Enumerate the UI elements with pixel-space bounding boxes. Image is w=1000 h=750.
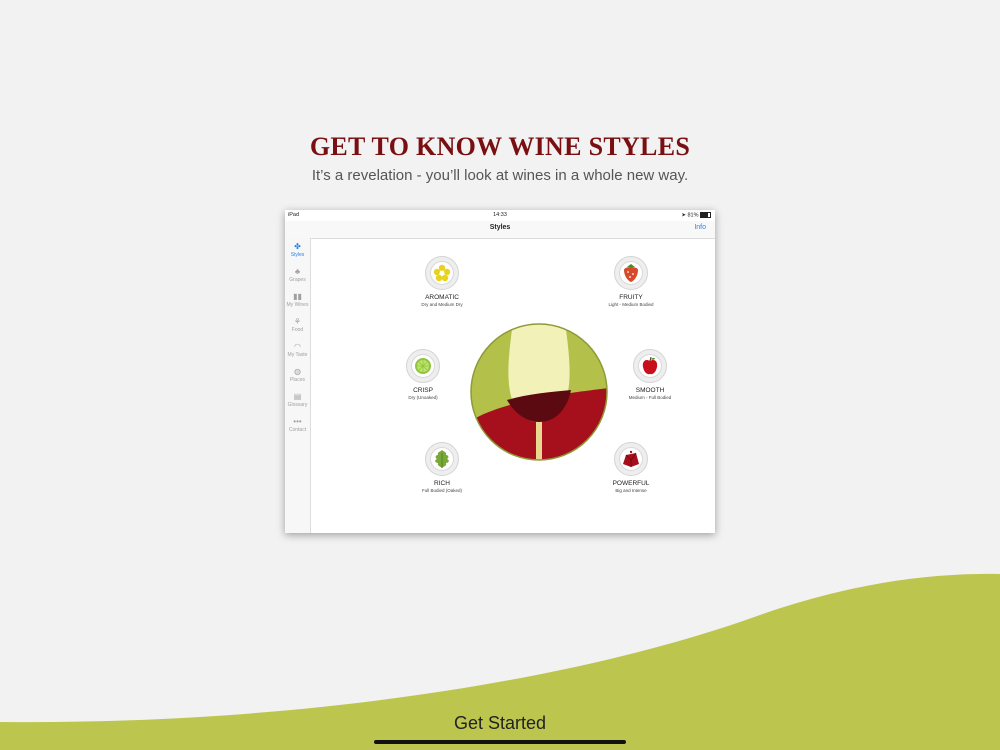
- style-name: AROMATIC: [425, 294, 459, 301]
- sidebar-item-my-taste[interactable]: ◠ My Taste: [285, 342, 310, 358]
- page-title: GET TO KNOW WINE STYLES: [309, 132, 691, 161]
- style-aromatic[interactable]: AROMATIC Dry and Medium Dry: [397, 256, 487, 307]
- styles-icon: ✤: [294, 242, 301, 251]
- style-name: FRUITY: [619, 294, 643, 301]
- grapes-icon: ♣: [294, 267, 301, 276]
- sidebar-item-label: Places: [289, 377, 305, 383]
- nav-bar: Styles Info: [285, 221, 715, 239]
- sidebar-item-label: Grapes: [289, 277, 306, 283]
- page-subtitle: It’s a revelation - you’ll look at wines…: [311, 167, 689, 184]
- style-name: RICH: [434, 480, 450, 487]
- sidebar: ✤ Styles ♣ Grapes ▮▮ My Wines ⚘ Food ◠ My Taste ◍ P…: [285, 238, 311, 533]
- sidebar-item-contact[interactable]: ••• Contact: [285, 417, 310, 433]
- battery-icon: [700, 212, 711, 218]
- sidebar-item-label: My Taste: [287, 352, 308, 358]
- gem-icon: [623, 450, 639, 467]
- sidebar-item-label: Glossary: [287, 402, 308, 408]
- app-screenshot: iPad 14:33 ➤ 81% Styles Info ✤ Styles ♣ Gra…: [285, 210, 715, 533]
- flower-icon: [433, 264, 451, 282]
- sidebar-item-glossary[interactable]: ▤ Glossary: [285, 392, 310, 408]
- styles-wheel: AROMATIC Dry and Medium Dry FRUITY Light - …: [311, 238, 715, 533]
- style-icon-ring: [425, 256, 459, 290]
- style-description: Full Bodied (Oaked): [421, 488, 463, 493]
- oak-leaf-icon: [435, 450, 449, 468]
- sidebar-item-my-wines[interactable]: ▮▮ My Wines: [285, 292, 310, 308]
- style-powerful[interactable]: POWERFUL Big and Intense: [586, 442, 676, 493]
- style-icon-ring: [633, 349, 667, 383]
- sidebar-item-label: Styles: [290, 252, 305, 258]
- style-icon-ring: [614, 442, 648, 476]
- status-bar: iPad 14:33 ➤ 81%: [285, 210, 715, 221]
- style-name: SMOOTH: [635, 387, 665, 394]
- style-description: Big and Intense: [615, 488, 647, 493]
- book-icon: ▤: [293, 392, 302, 401]
- status-time: 14:33: [493, 212, 507, 218]
- sidebar-item-grapes[interactable]: ♣ Grapes: [285, 267, 310, 283]
- sidebar-item-styles[interactable]: ✤ Styles: [285, 242, 310, 258]
- strawberry-icon: [624, 264, 638, 282]
- style-icon-ring: [406, 349, 440, 383]
- info-button[interactable]: Info: [694, 224, 706, 231]
- style-fruity[interactable]: FRUITY Light - Medium Bodied: [586, 256, 676, 307]
- style-description: Dry (Unoaked): [408, 395, 438, 400]
- style-icon-ring: [425, 442, 459, 476]
- style-description: Dry and Medium Dry: [421, 302, 463, 307]
- style-crisp[interactable]: CRISP Dry (Unoaked): [378, 349, 468, 400]
- home-indicator: [374, 740, 626, 744]
- nav-title: Styles: [489, 224, 511, 231]
- sidebar-item-label: Food: [291, 327, 304, 333]
- style-icon-ring: [614, 256, 648, 290]
- food-icon: ⚘: [293, 317, 302, 326]
- style-name: POWERFUL: [612, 480, 650, 487]
- sidebar-item-label: Contact: [288, 427, 307, 433]
- more-icon: •••: [293, 417, 302, 426]
- sidebar-item-places[interactable]: ◍ Places: [285, 367, 310, 383]
- style-smooth[interactable]: SMOOTH Medium - Full Bodied: [605, 349, 695, 400]
- style-description: Medium - Full Bodied: [628, 395, 672, 400]
- globe-icon: ◍: [294, 367, 301, 376]
- style-name: CRISP: [413, 387, 433, 394]
- battery-level: ➤ 81%: [681, 212, 711, 218]
- sidebar-item-food[interactable]: ⚘ Food: [285, 317, 310, 333]
- style-rich[interactable]: RICH Full Bodied (Oaked): [397, 442, 487, 493]
- lime-icon: [415, 358, 431, 374]
- bottles-icon: ▮▮: [293, 292, 302, 301]
- style-description: Light - Medium Bodied: [608, 302, 654, 307]
- apple-icon: [642, 356, 658, 375]
- wine-glass-graphic[interactable]: [469, 322, 609, 462]
- lips-icon: ◠: [294, 342, 301, 351]
- sidebar-item-label: My Wines: [286, 302, 309, 308]
- get-started-button[interactable]: Get Started: [0, 713, 1000, 734]
